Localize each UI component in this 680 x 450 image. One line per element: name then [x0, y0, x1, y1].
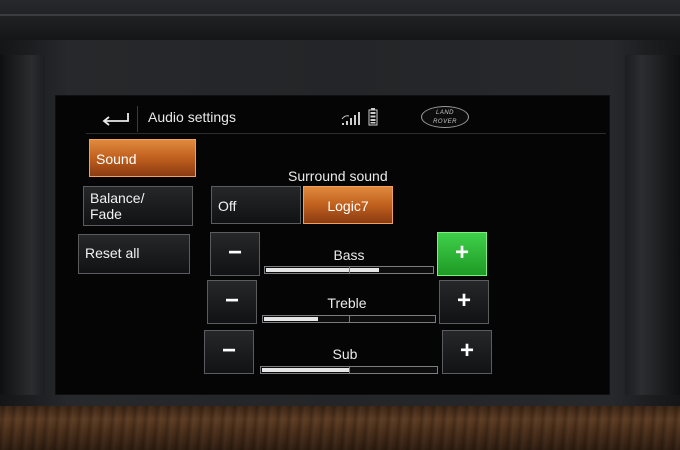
minus-icon: − — [227, 239, 242, 266]
bass-level-fill — [266, 268, 379, 272]
bass-level-bar[interactable] — [264, 266, 434, 274]
page-title: Audio settings — [148, 109, 236, 125]
signal-strength-icon — [341, 112, 360, 125]
sub-decrease-button[interactable]: − — [204, 330, 254, 374]
brand-logo: LAND ROVER — [421, 106, 469, 128]
bezel-left-edge — [0, 55, 45, 395]
bezel-right-edge — [625, 55, 680, 395]
treble-label: Treble — [327, 295, 367, 311]
dashboard-trim-line — [0, 14, 680, 16]
infotainment-screen: Audio settings LAND ROVER Sound Balance/… — [55, 95, 610, 395]
battery-icon — [368, 108, 378, 126]
plus-icon: + — [456, 287, 471, 314]
wood-trim — [0, 406, 680, 450]
treble-center-mark — [349, 315, 350, 323]
bass-center-mark — [349, 266, 350, 274]
back-button[interactable] — [88, 106, 138, 132]
menu-balance-fade-button[interactable]: Balance/Fade — [83, 186, 193, 226]
sub-label: Sub — [332, 346, 358, 362]
menu-sound-button[interactable]: Sound — [89, 139, 196, 177]
sub-center-mark — [349, 366, 350, 374]
surround-logic7-button[interactable]: Logic7 — [303, 186, 393, 224]
plus-icon: + — [459, 337, 474, 364]
minus-icon: − — [221, 337, 236, 364]
plus-icon: + — [454, 239, 469, 266]
sub-level-bar[interactable] — [260, 366, 438, 374]
treble-level-fill — [264, 317, 318, 321]
surround-sound-label: Surround sound — [288, 168, 388, 184]
back-arrow-icon — [102, 113, 129, 126]
bass-label: Bass — [333, 247, 365, 263]
treble-decrease-button[interactable]: − — [207, 280, 257, 324]
sub-increase-button[interactable]: + — [442, 330, 492, 374]
treble-level-bar[interactable] — [262, 315, 436, 323]
minus-icon: − — [224, 287, 239, 314]
treble-increase-button[interactable]: + — [439, 280, 489, 324]
sub-level-fill — [262, 368, 349, 372]
bass-decrease-button[interactable]: − — [210, 232, 260, 276]
header-bar: Audio settings LAND ROVER — [86, 100, 606, 134]
logo-line-2: ROVER — [433, 119, 457, 125]
bass-increase-button[interactable]: + — [437, 232, 487, 276]
logo-line-1: LAND — [435, 110, 454, 116]
surround-off-button[interactable]: Off — [211, 186, 301, 224]
menu-reset-all-button[interactable]: Reset all — [78, 234, 190, 274]
